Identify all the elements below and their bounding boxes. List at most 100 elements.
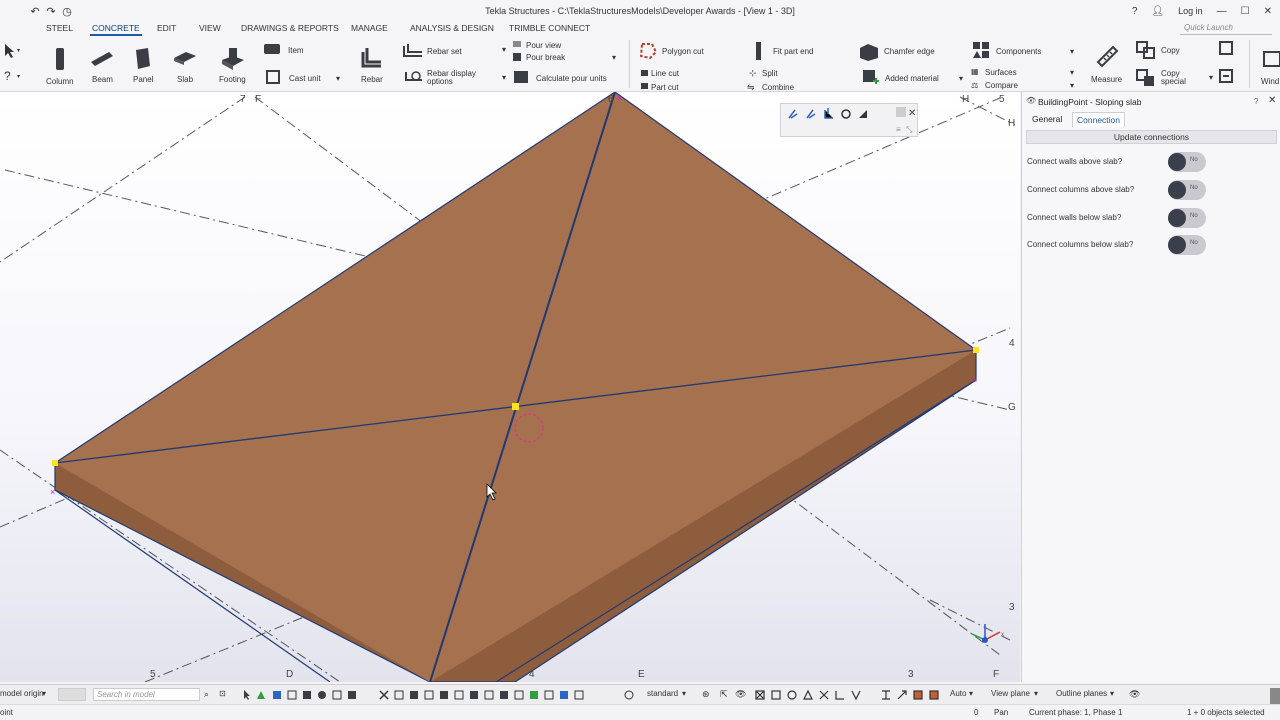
part-cut-button[interactable]: Part cut — [651, 83, 679, 92]
tab-manage[interactable]: MANAGE — [351, 23, 388, 33]
slab-handle-point[interactable] — [52, 460, 58, 466]
rebar-display-dropdown-icon[interactable]: ▾ — [502, 73, 506, 82]
slab-top-face[interactable] — [55, 92, 976, 682]
edit-shape-icon — [806, 109, 816, 119]
tab-connection[interactable]: Connection — [1072, 112, 1126, 127]
compare-dropdown-icon[interactable]: ▾ — [1070, 81, 1074, 90]
snap-switches[interactable] — [754, 688, 946, 702]
search-icon[interactable]: ⌕ — [204, 689, 209, 700]
user-icon[interactable]: 👤︎ — [1151, 6, 1164, 17]
copy-special-button[interactable]: Copy special — [1161, 70, 1201, 86]
pour-view-button[interactable]: Pour view — [526, 41, 561, 50]
help-icon[interactable]: ? — [1132, 6, 1138, 17]
copy-button[interactable]: Copy — [1161, 46, 1180, 55]
panel-pin-icon[interactable]: 👁︎ — [1026, 96, 1036, 105]
cursor-snap-icon[interactable]: ⇱ — [720, 689, 728, 700]
login-link[interactable]: Log in — [1178, 6, 1203, 16]
surfaces-button[interactable]: Surfaces — [985, 68, 1017, 77]
polygon-cut-button[interactable]: Polygon cut — [662, 47, 704, 56]
move-special-icon[interactable] — [1218, 68, 1236, 88]
depth-mode-dropdown-icon[interactable]: ▾ — [969, 689, 973, 698]
panel-button[interactable]: Panel — [133, 75, 153, 84]
cast-unit-dropdown-icon[interactable]: ▾ — [336, 74, 340, 83]
panel-close-icon[interactable]: ✕ — [1268, 95, 1276, 106]
connect-walls-below-toggle[interactable]: No — [1168, 208, 1206, 228]
resize-grip[interactable] — [1270, 688, 1280, 704]
tab-view[interactable]: VIEW — [199, 23, 221, 33]
slab-handle-point[interactable] — [973, 347, 979, 353]
tab-analysis-design[interactable]: ANALYSIS & DESIGN — [410, 23, 494, 33]
slab-center-handle[interactable] — [512, 403, 519, 410]
update-connections-button[interactable]: Update connections — [1026, 130, 1277, 144]
tab-drawings-reports[interactable]: DRAWINGS & REPORTS — [241, 23, 339, 33]
redo-icon[interactable]: ↷ — [46, 5, 56, 18]
tab-steel[interactable]: STEEL — [46, 23, 73, 33]
move-icon[interactable] — [1218, 40, 1236, 60]
history-icon[interactable]: ◷ — [62, 5, 72, 18]
view-plane-dropdown-icon[interactable]: ▾ — [1034, 689, 1038, 698]
pour-break-dropdown-icon[interactable]: ▾ — [612, 53, 616, 62]
undo-icon[interactable]: ↶ — [30, 5, 40, 18]
window-button[interactable]: Wind — [1261, 77, 1279, 86]
panel-help-icon[interactable]: ? — [1254, 97, 1258, 106]
surfaces-dropdown-icon[interactable]: ▾ — [1070, 68, 1074, 77]
pour-break-button[interactable]: Pour break — [526, 53, 565, 62]
added-material-dropdown-icon[interactable]: ▾ — [959, 74, 963, 83]
outline-planes-select[interactable]: Outline planes — [1056, 689, 1107, 698]
footing-button[interactable]: Footing — [219, 75, 246, 84]
compare-button[interactable]: Compare — [985, 81, 1018, 90]
selection-filter-dropdown-icon[interactable]: ▾ — [682, 689, 686, 698]
calculate-pour-units-icon — [514, 71, 528, 83]
fit-part-end-button[interactable]: Fit part end — [773, 47, 813, 56]
added-material-button[interactable]: Added material — [885, 74, 939, 83]
rebar-set-button[interactable]: Rebar set — [427, 47, 462, 56]
components-dropdown-icon[interactable]: ▾ — [1070, 47, 1074, 56]
calculate-pour-units-button[interactable]: Calculate pour units — [536, 74, 607, 83]
search-options-icon[interactable]: ⊡ — [219, 689, 226, 698]
slab-button[interactable]: Slab — [177, 75, 193, 84]
column-button[interactable]: Column — [46, 77, 74, 86]
components-button[interactable]: Components — [996, 47, 1041, 56]
copy-special-dropdown-icon[interactable]: ▾ — [1209, 73, 1213, 82]
select-arrow-icon[interactable]: ▾ ? ▾ — [2, 42, 24, 86]
snap-settings-icon[interactable]: ⊛ — [702, 689, 710, 700]
snap-toggle[interactable] — [58, 688, 86, 701]
outline-visibility-icon[interactable]: 👁︎ — [1129, 689, 1140, 700]
connect-columns-above-toggle[interactable]: No — [1168, 180, 1206, 200]
selection-switches[interactable] — [240, 688, 640, 702]
window-icon — [1263, 51, 1280, 67]
tab-edit[interactable]: EDIT — [157, 23, 176, 33]
quick-launch-input[interactable]: Quick Launch — [1180, 23, 1272, 35]
line-cut-button[interactable]: Line cut — [651, 69, 679, 78]
tab-concrete[interactable]: CONCRETE — [90, 23, 142, 36]
minimize-icon[interactable]: — — [1217, 6, 1227, 17]
connect-walls-above-toggle[interactable]: No — [1168, 152, 1206, 172]
model-view-3d[interactable]: × × × x 7 F 6 H 5 H 4 G 3 F 3 E 4 D 5 — [0, 92, 1020, 682]
beam-button[interactable]: Beam — [92, 75, 113, 84]
measure-button[interactable]: Measure — [1091, 75, 1122, 84]
tab-general[interactable]: General — [1028, 112, 1066, 126]
view-plane-select[interactable]: View plane — [991, 689, 1030, 698]
chamfer-edge-button[interactable]: Chamfer edge — [884, 47, 935, 56]
rebar-button[interactable]: Rebar — [361, 75, 383, 84]
rebar-set-dropdown-icon[interactable]: ▾ — [502, 45, 506, 54]
depth-mode-select[interactable]: Auto — [950, 689, 966, 698]
work-plane-select[interactable]: model origin — [0, 689, 44, 698]
visibility-icon[interactable]: 👁︎ — [735, 689, 746, 700]
rebar-display-options-button[interactable]: Rebar display options — [427, 70, 487, 86]
tab-trimble-connect[interactable]: TRIMBLE CONNECT — [509, 23, 590, 33]
close-window-icon[interactable]: ✕ — [1264, 6, 1272, 17]
split-button[interactable]: Split — [762, 69, 778, 78]
model-canvas[interactable]: × × × x — [0, 92, 1020, 682]
cast-unit-button[interactable]: Cast unit — [289, 74, 321, 83]
search-in-model-input[interactable]: Search in model — [93, 688, 200, 701]
contextual-toolbar[interactable]: ✕ ≡ ⤡ — [780, 103, 918, 137]
work-plane-dropdown-icon[interactable]: ▾ — [42, 689, 46, 698]
combine-button[interactable]: Combine — [762, 83, 794, 92]
outline-planes-dropdown-icon[interactable]: ▾ — [1110, 689, 1114, 698]
maximize-icon[interactable]: ☐ — [1241, 6, 1250, 17]
item-button[interactable]: Item — [288, 46, 304, 55]
selection-filter-select[interactable]: standard — [647, 689, 678, 698]
option-row: Connect walls below slab? No — [1027, 208, 1277, 228]
connect-columns-below-toggle[interactable]: No — [1168, 235, 1206, 255]
